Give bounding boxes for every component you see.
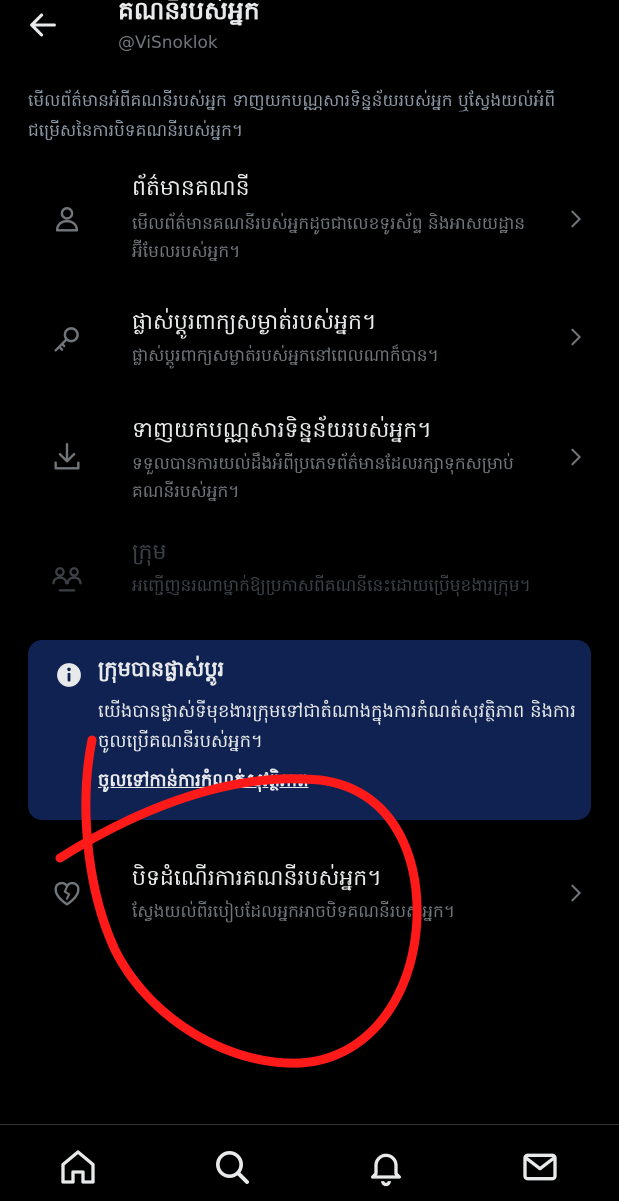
account-info-item[interactable]: ព័ត៌មានគណនី មើលព័ត៌មានគណនីរបស់អ្នកដូចជាល…	[0, 170, 619, 280]
person-icon	[55, 207, 79, 232]
bell-icon[interactable]	[366, 1147, 406, 1187]
bottom-navigation	[0, 1124, 619, 1201]
team-item: ក្រុម អញ្ជើញនរណាម្នាក់ឱ្យប្រកាសពីគណនីនេះ…	[0, 536, 619, 626]
intro-text: មើលព័ត៌មានអំពីគណនីរបស់អ្នក ទាញយកបណ្ណសារទ…	[28, 91, 556, 141]
info-icon	[57, 663, 81, 687]
deactivate-account-item[interactable]: បិទដំណើរការគណនីរបស់អ្នក។ ស្វែងយល់ពីរបៀបដ…	[0, 860, 619, 940]
back-arrow-icon[interactable]	[26, 8, 60, 42]
account-info-title: ព័ត៌មានគណនី	[132, 176, 250, 201]
page-title: គណនីរបស់អ្នក	[118, 0, 260, 25]
home-icon[interactable]	[58, 1147, 98, 1187]
change-password-description: ផ្លាស់ប្ដូរពាក្យសម្ងាត់របស់អ្នកនៅពេលណាក៏…	[132, 346, 439, 366]
chevron-right-icon	[571, 448, 581, 466]
team-changed-notice: ក្រុមបានផ្លាស់ប្ដូរ យើងបានផ្លាស់ទីមុខងារ…	[28, 640, 591, 820]
account-info-description: មើលព័ត៌មានគណនីរបស់អ្នកដូចជាលេខទូរស័ព្ទ ន…	[132, 214, 526, 262]
key-icon	[54, 327, 79, 352]
download-archive-description: ទទួលបានការយល់ដឹងអំពីប្រភេទព័ត៌មានដែលរក្ស…	[132, 454, 514, 502]
deactivate-title: បិទដំណើរការគណនីរបស់អ្នក។	[132, 866, 382, 891]
security-settings-link[interactable]: ចូលទៅកាន់ការកំណត់សុវត្ថិភាព	[98, 768, 309, 795]
download-icon	[54, 443, 80, 470]
chevron-right-icon	[571, 328, 581, 346]
top-header: គណនីរបស់អ្នក @ViSnoklok	[0, 0, 619, 70]
user-handle: @ViSnoklok	[118, 33, 218, 53]
team-icon	[52, 567, 82, 592]
mail-icon[interactable]	[520, 1147, 560, 1187]
notice-body: យើងបានផ្លាស់ទីមុខងារក្រុមទៅជាតំណាងក្នុងក…	[98, 701, 576, 752]
search-icon[interactable]	[212, 1147, 252, 1187]
change-password-item[interactable]: ផ្លាស់ប្ដូរពាក្យសម្ងាត់របស់អ្នក។ ផ្លាស់ប…	[0, 304, 619, 384]
team-description: អញ្ជើញនរណាម្នាក់ឱ្យប្រកាសពីគណនីនេះដោយប្រ…	[132, 576, 531, 596]
download-archive-item[interactable]: ទាញយកបណ្ណសារទិន្នន័យរបស់អ្នក។ ទទួលបានការ…	[0, 412, 619, 512]
download-archive-title: ទាញយកបណ្ណសារទិន្នន័យរបស់អ្នក។	[132, 418, 432, 443]
change-password-title: ផ្លាស់ប្ដូរពាក្យសម្ងាត់របស់អ្នក។	[132, 310, 377, 335]
chevron-right-icon	[571, 210, 581, 228]
chevron-right-icon	[571, 884, 581, 902]
notice-title: ក្រុមបានផ្លាស់ប្ដូរ	[98, 657, 225, 681]
deactivate-description: ស្វែងយល់ពីរបៀបដែលអ្នកអាចបិទគណនីរបស់អ្នក។	[132, 902, 455, 922]
team-title: ក្រុម	[132, 540, 167, 565]
broken-heart-icon	[54, 881, 80, 906]
